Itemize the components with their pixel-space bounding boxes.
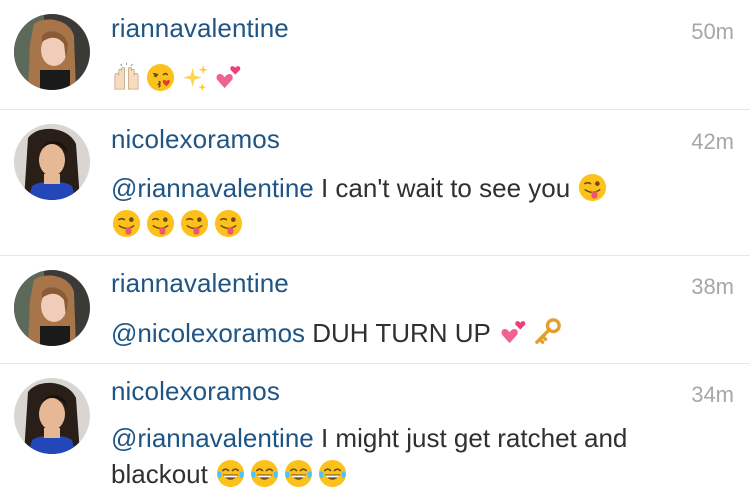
comment-item: riannavalentine 50m xyxy=(0,0,750,110)
mention-link[interactable]: @nicolexoramos xyxy=(111,318,305,348)
winking-tongue-face-icon xyxy=(111,208,142,239)
comment-body: DUH TURN UP xyxy=(305,318,498,348)
mention-link[interactable]: @riannavalentine xyxy=(111,173,314,203)
tears-of-joy-face-icon xyxy=(283,458,314,489)
username[interactable]: nicolexoramos xyxy=(111,376,280,407)
avatar[interactable] xyxy=(14,270,90,346)
sparkles-icon xyxy=(179,62,210,93)
timestamp: 42m xyxy=(691,129,734,154)
timestamp: 38m xyxy=(691,274,734,299)
avatar[interactable] xyxy=(14,378,90,454)
username[interactable]: riannavalentine xyxy=(111,268,289,299)
kissing-face-icon xyxy=(145,62,176,93)
timestamp: 50m xyxy=(691,19,734,44)
avatar[interactable] xyxy=(14,124,90,200)
comments-feed: riannavalentine 50m nicolexoramos 42m @r… xyxy=(0,0,750,501)
comment-body: I can't wait to see you xyxy=(313,173,578,203)
tears-of-joy-face-icon xyxy=(317,458,348,489)
mention-link[interactable]: @riannavalentine xyxy=(111,423,314,453)
username[interactable]: nicolexoramos xyxy=(111,124,280,155)
comment-text: @nicolexoramos DUH TURN UP xyxy=(111,315,711,351)
key-icon xyxy=(532,317,563,348)
comment-item: riannavalentine 38m @nicolexoramos DUH T… xyxy=(0,256,750,364)
winking-tongue-face-icon xyxy=(213,208,244,239)
comment-text: @riannavalentine I might just get ratche… xyxy=(111,420,711,492)
two-hearts-icon xyxy=(498,317,529,348)
winking-tongue-face-icon xyxy=(179,208,210,239)
timestamp: 34m xyxy=(691,382,734,407)
tears-of-joy-face-icon xyxy=(215,458,246,489)
comment-text: @riannavalentine I can't wait to see you xyxy=(111,170,711,242)
raised-hands-icon xyxy=(111,62,142,93)
comment-item: nicolexoramos 42m @riannavalentine I can… xyxy=(0,110,750,256)
comment-text xyxy=(111,60,711,96)
winking-tongue-face-icon xyxy=(145,208,176,239)
comment-item: nicolexoramos 34m @riannavalentine I mig… xyxy=(0,364,750,501)
avatar[interactable] xyxy=(14,14,90,90)
winking-tongue-face-icon xyxy=(577,172,608,203)
two-hearts-icon xyxy=(213,62,244,93)
tears-of-joy-face-icon xyxy=(249,458,280,489)
username[interactable]: riannavalentine xyxy=(111,13,289,44)
